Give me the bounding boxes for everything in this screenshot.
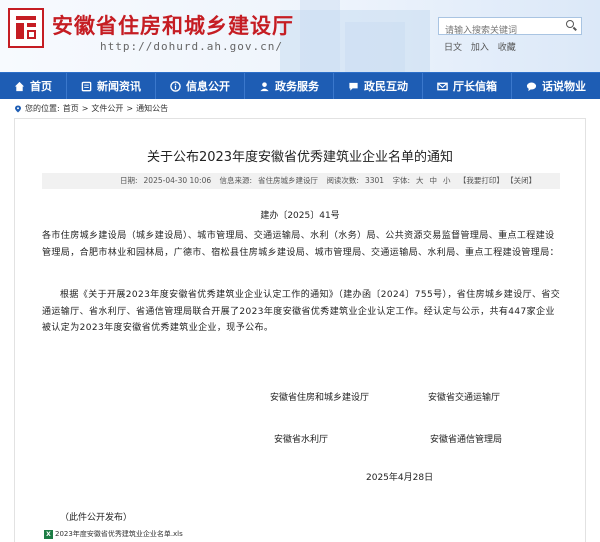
info-icon [170,80,181,92]
nav-item-property[interactable]: 话说物业 [512,73,600,99]
breadcrumb-separator: > [81,104,89,113]
site-url: http://dohurd.ah.gov.cn/ [100,40,283,53]
top-links: 日文 加入 收藏 [444,40,522,53]
excel-file-icon: X [44,529,53,539]
nav-item-label: 厅长信箱 [453,80,497,93]
meta-views-label: 阅读次数: [326,176,359,185]
nav-item-label: 话说物业 [542,80,586,93]
home-icon [14,81,25,92]
breadcrumb-separator: > [126,104,134,113]
font-size-large[interactable]: 大 [416,176,424,185]
main-nav: 首页 新闻资讯 信息公开 政务服务 政民互动 厅长信箱 话说物业 [0,72,600,99]
site-logo[interactable] [8,8,44,48]
nav-item-home[interactable]: 首页 [0,73,67,99]
sign-date: 2025年4月28日 [366,473,434,483]
interaction-icon [348,81,359,92]
page-title: 关于公布2023年度安徽省优秀建筑业企业名单的通知 [146,150,454,165]
signatory-transport: 安徽省交通运输厅 [428,393,501,403]
search-box [438,17,582,39]
nav-item-label: 政民互动 [364,80,408,93]
search-input[interactable] [439,23,559,39]
meta-date-label: 日期: [120,176,138,185]
meta-source-label: 信息来源: [219,176,253,185]
nav-item-interaction[interactable]: 政民互动 [334,73,423,99]
body-paragraph: 根据《关于开展2023年度安徽省优秀建筑业企业认定工作的通知》（建办函〔2024… [42,290,561,333]
site-header: 安徽省住房和城乡建设厅 http://dohurd.ah.gov.cn/ 日文 … [0,0,600,72]
nav-item-label: 新闻资讯 [97,80,141,93]
nav-item-service[interactable]: 政务服务 [245,73,334,99]
chat-icon [526,81,537,92]
top-link-japanese[interactable]: 日文 [444,43,462,53]
font-size-medium[interactable]: 中 [429,176,437,185]
signatory-housing: 安徽省住房和城乡建设厅 [270,393,370,403]
nav-item-label: 首页 [30,80,52,93]
meta-font-label: 字体: [392,176,410,185]
nav-item-info[interactable]: 信息公开 [156,73,245,99]
nav-item-mailbox[interactable]: 厅长信箱 [423,73,512,99]
breadcrumb-documents[interactable]: 文件公开 [91,103,123,114]
font-size-small[interactable]: 小 [443,176,451,185]
breadcrumb-prefix: 您的位置: [25,104,60,113]
top-link-join[interactable]: 加入 [471,43,489,53]
header-building-graphic [300,0,340,72]
breadcrumb-home[interactable]: 首页 [63,103,79,114]
breadcrumb: 您的位置: 首页 > 文件公开 > 通知公告 [14,103,171,114]
print-button[interactable]: 【我要打印】 [459,176,504,185]
news-icon [81,81,92,92]
signatory-water: 安徽省水利厅 [274,435,329,445]
attachment-filename: 2023年度安徽省优秀建筑业企业名单.xls [55,530,183,538]
nav-item-label: 政务服务 [275,80,319,93]
addressee-paragraph: 各市住房城乡建设局（城乡建设局）、城市管理局、交通运输局、水利（水务）局、公共资… [42,231,560,258]
nav-item-label: 信息公开 [186,80,230,93]
header-building-graphic [345,22,405,72]
site-title[interactable]: 安徽省住房和城乡建设厅 [52,10,294,40]
top-link-favorite[interactable]: 收藏 [498,43,516,53]
attachment-link[interactable]: X 2023年度安徽省优秀建筑业企业名单.xls [44,529,183,539]
mailbox-icon [437,81,448,92]
meta-source: 省住房城乡建设厅 [258,176,319,185]
breadcrumb-notices[interactable]: 通知公告 [136,103,168,114]
document-number: 建办〔2025〕41号 [260,211,340,221]
publication-note: （此件公开发布） [60,513,133,523]
meta-date: 2025-04-30 10:06 [143,176,212,185]
nav-item-news[interactable]: 新闻资讯 [67,73,156,99]
signatory-telecom: 安徽省通信管理局 [430,435,503,445]
close-button[interactable]: 【关闭】 [510,176,536,185]
meta-views: 3301 [364,176,385,185]
service-icon [259,81,270,92]
search-icon[interactable] [566,20,578,32]
location-pin-icon [15,105,21,112]
article-meta: 日期: 2025-04-30 10:06 信息来源: 省住房城乡建设厅 阅读次数: 3… [42,173,560,189]
